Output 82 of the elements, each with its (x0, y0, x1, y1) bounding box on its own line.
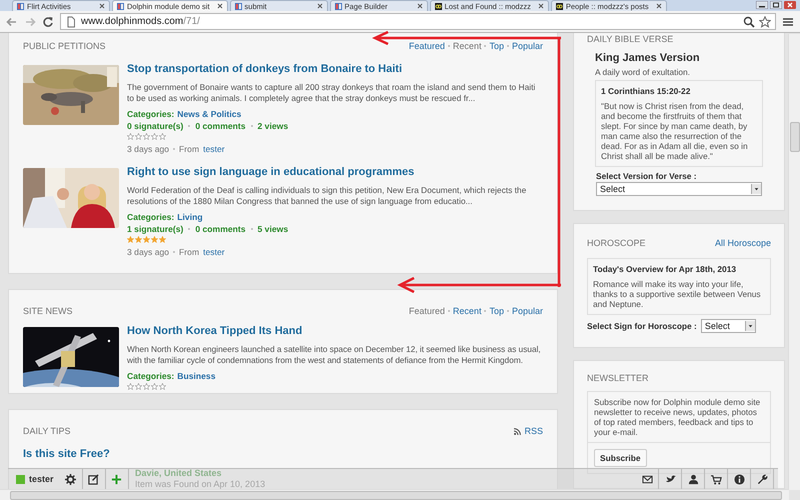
stat-link[interactable]: 0 comments (195, 121, 246, 131)
categories-label: Categories: (127, 212, 174, 222)
filter-link[interactable]: Recent (452, 306, 482, 316)
section-title: HOROSCOPE (587, 238, 646, 248)
petition-title[interactable]: Right to use sign language in educational programmes (127, 166, 543, 178)
site-icon (434, 2, 442, 10)
subscribe-button[interactable]: Subscribe (594, 449, 646, 467)
verse-reference: 1 Corinthians 15:20-22 (601, 86, 692, 96)
star-icon[interactable] (759, 16, 771, 28)
from-label: From (179, 247, 200, 257)
site-icon (556, 2, 563, 10)
petition-summary: World Federation of the Deaf is calling individuals to sign this petition, New Era Document, which rejects the resolutions of the 1880 Milan Congress that banned the use of sign language from educatio... (127, 185, 528, 207)
rss-icon (514, 428, 522, 434)
version-subtitle: A daily word of exultation. (595, 67, 691, 77)
news-title[interactable]: How North Korea Tipped Its Hand (127, 325, 543, 337)
back-icon[interactable] (6, 16, 18, 28)
categories-label: Categories: (127, 371, 174, 381)
version-title: King James Version (595, 52, 701, 64)
stat-link[interactable]: 0 signature(s) (127, 121, 184, 131)
location-text: Davie, United States (135, 468, 222, 479)
petition-title[interactable]: Stop transportation of donkeys from Bonaire to Haiti (127, 63, 543, 75)
person-icon[interactable] (688, 474, 698, 484)
overview-title: Today's Overview for Apr 18th, 2013 (593, 264, 738, 274)
stat-link[interactable]: 2 views (258, 121, 288, 131)
category-link[interactable]: Business (177, 371, 216, 381)
close-icon[interactable] (784, 1, 796, 9)
stat-link[interactable]: 1 signature(s) (127, 224, 184, 234)
wrench-icon[interactable] (756, 474, 768, 484)
caret-icon (744, 321, 755, 331)
menu-icon[interactable] (782, 16, 794, 28)
cart-icon[interactable] (710, 474, 722, 484)
filter-link[interactable]: Popular (512, 306, 543, 316)
horoscope-text: Romance will make its way into your life, thanks to a supportive sextile between Venus and Neptune. (593, 279, 762, 309)
zoom-icon[interactable] (743, 16, 755, 28)
version-select[interactable]: Select (596, 182, 762, 196)
filter-link[interactable]: Top (489, 306, 504, 316)
author-link[interactable]: tester (203, 144, 225, 154)
filter-link[interactable]: Featured (408, 306, 445, 316)
petition-summary: The government of Bonaire wants to capture all 200 stray donkeys that roam the island and send them to Haiti to be used as working animals. I completely agree that the stray donkeys must be rescued fr... (127, 82, 536, 104)
section-title: PUBLIC PETITIONS (23, 41, 106, 51)
filter-link[interactable]: Popular (512, 41, 543, 51)
section-title: DAILY BIBLE VERSE (587, 34, 674, 44)
sign-select[interactable]: Select (700, 319, 756, 333)
verse-text: "But now is Christ risen from the dead, and become the firstfruits of them that slept. For since by man came death, by man came also the resurrection of the dead. For as in Adam all die, even so in Christ shall all be made alive." (601, 101, 749, 161)
section-title: NEWSLETTER (587, 373, 650, 383)
newsletter-text: Subscribe now for Dolphin module demo site newsletter to receive news, updates, photos of top rated members, feedback and tips to your e-mail. (593, 396, 762, 439)
info-icon[interactable] (734, 474, 744, 484)
edit-icon[interactable] (88, 474, 100, 484)
page-icon (65, 16, 77, 28)
news-summary: When North Korean engineers launched a satellite into space on December 12, it seemed like business as usual, with the familiar cycle of condemnations from the west and statements of defiance from the Hermit Kingdom. (127, 344, 542, 366)
username-link[interactable]: tester (29, 474, 54, 484)
all-horoscope-link[interactable]: All Horoscope (714, 238, 771, 248)
filter-link[interactable]: Featured (408, 41, 445, 51)
address-field[interactable]: www.dolphinmods.com/71/ (60, 13, 776, 30)
categories-label: Categories: (127, 109, 174, 119)
select-label: Select Sign for Horoscope : (587, 321, 697, 331)
time-text: 3 days ago (127, 247, 170, 257)
from-label: From (179, 144, 200, 154)
stat-link[interactable]: 0 comments (195, 224, 246, 234)
select-label: Select Version for Verse : (596, 171, 698, 181)
time-text: 3 days ago (127, 144, 170, 154)
author-link[interactable]: tester (203, 247, 225, 257)
category-link[interactable]: News & Politics (177, 109, 242, 119)
rss-link[interactable]: RSS (514, 426, 543, 436)
caret-icon (751, 184, 761, 194)
gear-icon[interactable] (65, 474, 76, 484)
section-title: SITE NEWS (23, 306, 73, 316)
vertical-scrollbar[interactable] (788, 34, 800, 490)
found-date-text: Item was Found on Apr 10, 2013 (135, 479, 266, 489)
bird-icon[interactable] (664, 474, 676, 484)
plus-icon[interactable] (111, 474, 122, 484)
horizontal-scrollbar[interactable] (0, 489, 789, 500)
filter-link[interactable]: Top (489, 41, 504, 51)
stat-link[interactable]: 5 views (258, 224, 288, 234)
mail-icon[interactable] (642, 474, 652, 484)
tip-question[interactable]: Is this site Free? (23, 448, 110, 460)
reload-icon[interactable] (42, 16, 54, 28)
restore-icon[interactable] (770, 1, 782, 9)
category-link[interactable]: Living (177, 212, 203, 222)
section-title: DAILY TIPS (23, 426, 71, 436)
minimize-icon[interactable] (756, 1, 768, 9)
filter-link[interactable]: Recent (452, 41, 482, 51)
